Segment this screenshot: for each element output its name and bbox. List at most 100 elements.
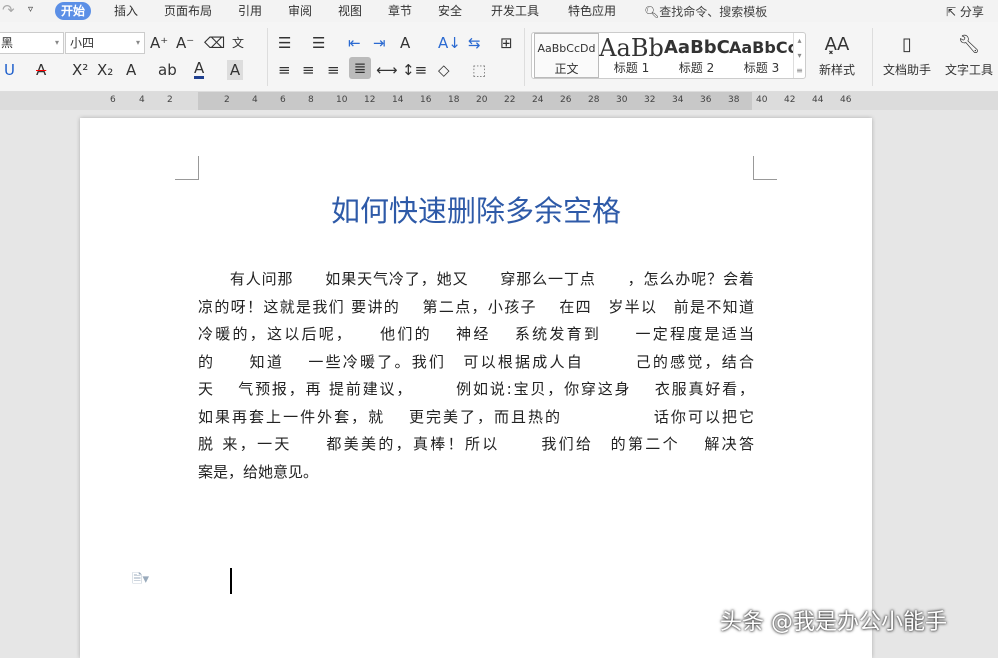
style-normal[interactable]: AaBbCcDd 正文 bbox=[534, 33, 599, 78]
ruler-tick: 34 bbox=[672, 95, 684, 105]
highlight-icon[interactable]: ab bbox=[158, 60, 177, 80]
char-scaling-icon[interactable]: A bbox=[400, 33, 410, 53]
tab-page-layout[interactable]: 页面布局 bbox=[158, 2, 218, 20]
phonetic-guide-icon[interactable]: 文 bbox=[232, 33, 244, 53]
share-icon: ⇱ bbox=[946, 5, 957, 19]
ruler-tick: 42 bbox=[784, 95, 796, 105]
document-title: 如何快速删除多余空格 bbox=[330, 194, 621, 228]
search-icon: 🔍︎ bbox=[644, 5, 660, 19]
font-size-select[interactable]: 小四 ▾ bbox=[65, 32, 145, 54]
clear-format-icon[interactable]: ⌫ bbox=[204, 33, 225, 53]
decrease-indent-icon[interactable]: ⇤ bbox=[348, 33, 361, 53]
style-label: 标题 1 bbox=[613, 61, 650, 75]
margin-mark bbox=[175, 156, 199, 180]
ruler-tick: 6 bbox=[110, 95, 116, 105]
horizontal-ruler[interactable]: 6 4 2 2 4 6 8 10 12 14 16 18 20 22 24 26 28 30 32 34 36 38… bbox=[0, 92, 998, 110]
strikethrough-icon[interactable]: A bbox=[36, 60, 46, 80]
increase-indent-icon[interactable]: ⇥ bbox=[373, 33, 386, 53]
menu-tabs: ↷ ▿ 开始 插入 页面布局 引用 审阅 视图 章节 安全 开发工具 特色应用 … bbox=[0, 0, 998, 22]
text-direction-icon[interactable]: ⇆ bbox=[468, 33, 481, 53]
line-spacing-icon[interactable]: ↕≡ bbox=[402, 60, 427, 80]
style-heading-1[interactable]: AaBb 标题 1 bbox=[599, 33, 664, 78]
ruler-tick: 6 bbox=[280, 95, 286, 105]
table-icon[interactable]: ⊞ bbox=[500, 33, 513, 53]
text-line: 如果再套上一件外套，就 更完美了，而且热的 话你可以把它 bbox=[198, 407, 754, 426]
redo-icon[interactable]: ↷ bbox=[2, 0, 15, 20]
font-size-value: 小四 bbox=[70, 36, 95, 50]
style-sample: AaBbC bbox=[664, 37, 729, 58]
font-name-value: 黑 bbox=[1, 36, 14, 50]
bullet-list-icon[interactable]: ☰ bbox=[278, 33, 291, 53]
font-color-icon[interactable]: A bbox=[194, 60, 205, 79]
shrink-font-icon[interactable]: A⁻ bbox=[176, 33, 194, 53]
distributed-icon[interactable]: ⟷ bbox=[376, 60, 398, 80]
doc-assistant-button[interactable]: ▯ 文档助手 bbox=[880, 34, 934, 78]
text-tools-label: 文字工具 bbox=[944, 63, 993, 77]
ruler-tick: 10 bbox=[336, 95, 348, 105]
subscript-icon[interactable]: X₂ bbox=[97, 60, 113, 80]
tab-references[interactable]: 引用 bbox=[232, 2, 268, 20]
numbered-list-icon[interactable]: ☰ bbox=[312, 33, 325, 53]
text-line: 天 气预报，再 提前建议， 例如说:宝贝，你穿这身 衣服真好看， bbox=[198, 380, 754, 398]
align-left-icon[interactable]: ≡ bbox=[278, 60, 291, 80]
char-shading-icon[interactable]: A bbox=[227, 60, 243, 80]
ruler-tick: 36 bbox=[700, 95, 712, 105]
ruler-tick: 8 bbox=[308, 95, 314, 105]
text-effect-icon[interactable]: A bbox=[126, 60, 136, 80]
grow-font-icon[interactable]: A⁺ bbox=[150, 33, 168, 53]
share-button[interactable]: ⇱ 分享 bbox=[946, 3, 984, 20]
doc-assistant-icon: ▯ bbox=[902, 34, 912, 55]
underline-icon[interactable]: U bbox=[4, 60, 15, 80]
wrench-icon: 🔧︎ bbox=[957, 34, 981, 55]
style-sample: AaBbCcDd bbox=[537, 42, 596, 55]
tab-home[interactable]: 开始 bbox=[55, 2, 92, 20]
ruler-tick: 28 bbox=[588, 95, 600, 105]
tab-developer[interactable]: 开发工具 bbox=[485, 2, 545, 20]
ruler-tick: 4 bbox=[139, 95, 145, 105]
ruler-tick: 16 bbox=[420, 95, 432, 105]
search-placeholder: 查找命令、搜索模板 bbox=[659, 5, 768, 19]
justify-icon[interactable]: ≣ bbox=[349, 57, 371, 79]
ruler-tick: 12 bbox=[364, 95, 376, 105]
superscript-icon[interactable]: X² bbox=[72, 60, 88, 80]
sort-icon[interactable]: A↓ bbox=[438, 33, 461, 53]
document-page[interactable]: 如何快速删除多余空格 有人问那 如果天气冷了，她又 穿那么一丁点 ，怎么办呢？会… bbox=[80, 118, 872, 658]
share-label: 分享 bbox=[959, 5, 984, 19]
command-search[interactable]: 🔍︎查找命令、搜索模板 bbox=[644, 3, 767, 20]
align-right-icon[interactable]: ≡ bbox=[327, 60, 340, 80]
ruler-tick: 32 bbox=[644, 95, 656, 105]
ruler-tick: 46 bbox=[840, 95, 852, 105]
style-gallery: AaBbCcDd 正文 AaBb 标题 1 AaBbC 标题 2 AaBbCc 标题 3… bbox=[531, 32, 806, 79]
ruler-tick: 18 bbox=[448, 95, 460, 105]
style-label: 标题 2 bbox=[678, 61, 715, 75]
shading-icon[interactable]: ◇ bbox=[438, 60, 450, 80]
style-sample: AaBbCc bbox=[729, 38, 794, 57]
tab-security[interactable]: 安全 bbox=[432, 2, 468, 20]
tab-chapter[interactable]: 章节 bbox=[382, 2, 418, 20]
tab-special-apps[interactable]: 特色应用 bbox=[562, 2, 622, 20]
style-heading-3[interactable]: AaBbCc 标题 3 bbox=[729, 33, 794, 78]
style-heading-2[interactable]: AaBbC 标题 2 bbox=[664, 33, 729, 78]
ruler-tick: 24 bbox=[532, 95, 544, 105]
borders-icon[interactable]: ⬚ bbox=[472, 60, 486, 80]
align-center-icon[interactable]: ≡ bbox=[302, 60, 315, 80]
tab-review[interactable]: 审阅 bbox=[282, 2, 318, 20]
customize-dropdown-icon[interactable]: ▿ bbox=[28, 0, 33, 20]
font-name-select[interactable]: 黑 ▾ bbox=[0, 32, 64, 54]
ruler-tick: 40 bbox=[756, 95, 768, 105]
text-tools-button[interactable]: 🔧︎ 文字工具 bbox=[938, 34, 998, 78]
document-body[interactable]: 有人问那 如果天气冷了，她又 穿那么一丁点 ，怎么办呢？会着 凉的呀！这就是我们 … bbox=[198, 266, 754, 486]
new-style-icon: A͓A bbox=[824, 34, 850, 55]
ruler-tick: 2 bbox=[224, 95, 230, 105]
tab-insert[interactable]: 插入 bbox=[108, 2, 144, 20]
text-line: 的 知道 一些冷暖了。我们 可以根据成人自 己的感觉，结合 bbox=[198, 352, 754, 371]
paragraph-options-icon[interactable]: 🗎︎▾ bbox=[132, 570, 149, 592]
tab-view[interactable]: 视图 bbox=[332, 2, 368, 20]
text-cursor bbox=[230, 568, 232, 594]
text-line: 有人问那 如果天气冷了，她又 穿那么一丁点 ，怎么办呢？会着 bbox=[198, 270, 754, 288]
ruler-tick: 22 bbox=[504, 95, 516, 105]
style-sample: AaBb bbox=[599, 34, 664, 62]
style-gallery-scroll[interactable]: ▴ ▾ ≡ bbox=[793, 33, 805, 78]
new-style-button[interactable]: A͓A 新样式 bbox=[812, 34, 862, 78]
style-label: 标题 3 bbox=[743, 61, 780, 75]
